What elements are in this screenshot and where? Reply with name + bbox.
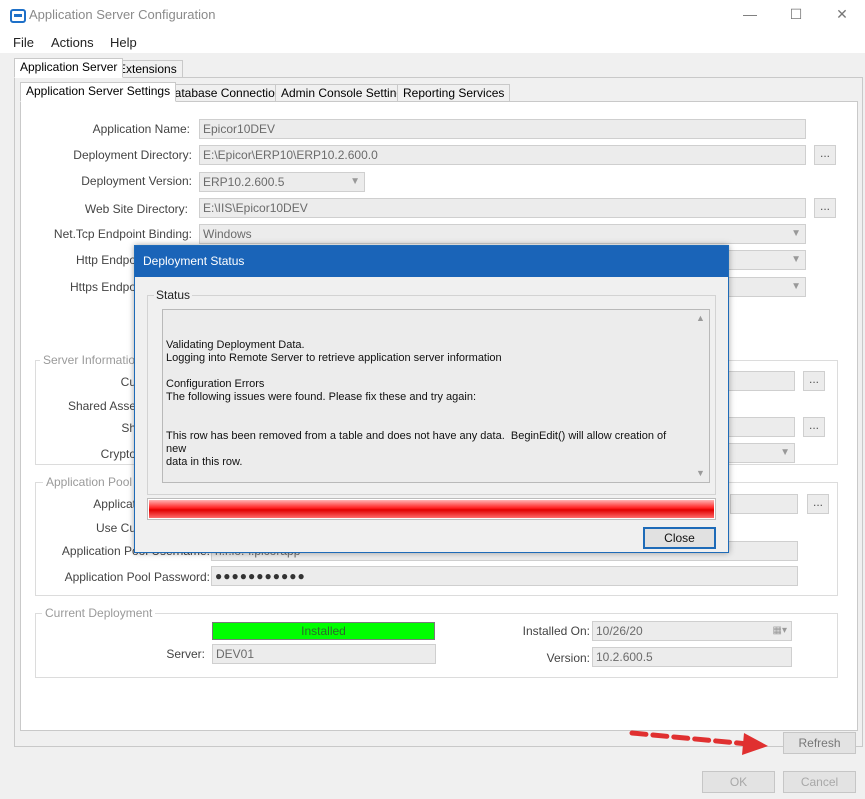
website-dir-browse-button[interactable]: ... bbox=[814, 198, 836, 218]
tab-admin-console[interactable]: Admin Console Settings bbox=[275, 84, 416, 102]
chevron-down-icon: ▼ bbox=[791, 254, 801, 265]
http-endpoint-label: Http Endpo bbox=[75, 253, 136, 267]
app-pool-browse-button[interactable]: ... bbox=[807, 494, 829, 514]
menu-help[interactable]: Help bbox=[110, 35, 137, 50]
server-info-title: Server Information bbox=[40, 353, 145, 367]
tab-database-connection[interactable]: Database Connection bbox=[160, 84, 288, 102]
use-custom-label: Use Cu bbox=[95, 521, 136, 535]
installed-on-datepicker[interactable]: 10/26/20 ▦▾ bbox=[592, 621, 792, 641]
status-group-title: Status bbox=[154, 288, 193, 302]
app-pool-name-label: Applicat bbox=[93, 497, 136, 511]
chevron-down-icon: ▼ bbox=[350, 176, 360, 187]
server-sh-field[interactable] bbox=[728, 417, 795, 437]
dialog-close-button[interactable]: Close bbox=[643, 527, 716, 549]
nettcp-binding-select[interactable]: Windows ▼ bbox=[199, 224, 806, 244]
current-deployment-title: Current Deployment bbox=[42, 606, 156, 620]
nettcp-binding-value: Windows bbox=[203, 227, 252, 241]
status-log-textarea[interactable]: Validating Deployment Data. Logging into… bbox=[162, 309, 710, 483]
server-cu-field[interactable] bbox=[728, 371, 795, 391]
installed-status-badge: Installed bbox=[212, 622, 435, 640]
minimize-button[interactable]: — bbox=[727, 0, 773, 31]
deploy-dir-field[interactable]: E:\Epicor\ERP10\ERP10.2.600.0 bbox=[199, 145, 806, 165]
ok-button[interactable]: OK bbox=[702, 771, 775, 793]
chevron-down-icon: ▼ bbox=[791, 228, 801, 239]
close-window-button[interactable]: ✕ bbox=[819, 0, 865, 31]
calendar-icon: ▦▾ bbox=[772, 625, 787, 636]
website-dir-field[interactable]: E:\IIS\Epicor10DEV bbox=[199, 198, 806, 218]
deploy-version-label: Deployment Version: bbox=[81, 174, 192, 188]
status-log-text: Validating Deployment Data. Logging into… bbox=[166, 339, 667, 468]
progress-fill bbox=[149, 500, 714, 518]
server-sh-label: Sh bbox=[121, 421, 136, 435]
chevron-up-icon[interactable]: ▲ bbox=[696, 312, 705, 325]
deploy-dir-label: Deployment Directory: bbox=[73, 148, 192, 162]
tab-app-server-settings[interactable]: Application Server Settings bbox=[20, 82, 177, 102]
server-cu-label: Cu bbox=[120, 375, 136, 389]
crypto-select[interactable]: ▼ bbox=[728, 443, 795, 463]
maximize-button[interactable]: ☐ bbox=[773, 0, 819, 31]
deployment-status-dialog: Deployment Status Status Validating Depl… bbox=[134, 245, 729, 553]
server-field[interactable]: DEV01 bbox=[212, 644, 436, 664]
website-dir-label: Web Site Directory: bbox=[84, 202, 188, 216]
app-pool-password-label: Application Pool Password: bbox=[64, 570, 210, 584]
menu-file[interactable]: File bbox=[13, 35, 34, 50]
deploy-dir-browse-button[interactable]: ... bbox=[814, 145, 836, 165]
app-name-label: Application Name: bbox=[92, 122, 190, 136]
dialog-title: Deployment Status bbox=[135, 246, 728, 277]
tab-reporting-services[interactable]: Reporting Services bbox=[397, 84, 511, 102]
app-pool-title: Application Pool bbox=[43, 475, 136, 489]
cancel-button[interactable]: Cancel bbox=[783, 771, 856, 793]
app-icon bbox=[10, 9, 26, 23]
chevron-down-icon: ▼ bbox=[780, 447, 790, 458]
version-label: Version: bbox=[546, 651, 590, 665]
app-pool-name-field[interactable] bbox=[730, 494, 798, 514]
version-field[interactable]: 10.2.600.5 bbox=[592, 647, 792, 667]
nettcp-binding-label: Net.Tcp Endpoint Binding: bbox=[53, 227, 192, 241]
installed-on-label: Installed On: bbox=[522, 624, 590, 638]
server-cu-browse-button[interactable]: ... bbox=[803, 371, 825, 391]
deploy-version-value: ERP10.2.600.5 bbox=[203, 175, 285, 189]
crypto-label: Crypto bbox=[100, 447, 136, 461]
installed-on-value: 10/26/20 bbox=[596, 624, 643, 638]
status-log-scrollbar[interactable]: ▲ ▼ bbox=[693, 310, 709, 482]
dashed-arrow-annotation bbox=[629, 730, 768, 755]
https-endpoint-label: Https Endpo bbox=[69, 280, 136, 294]
refresh-button[interactable]: Refresh bbox=[783, 732, 856, 754]
app-name-field[interactable]: Epicor10DEV bbox=[199, 119, 806, 139]
window-title: Application Server Configuration bbox=[29, 7, 216, 22]
chevron-down-icon: ▼ bbox=[791, 281, 801, 292]
menu-actions[interactable]: Actions bbox=[51, 35, 94, 50]
deploy-version-select[interactable]: ERP10.2.600.5 ▼ bbox=[199, 172, 365, 192]
app-pool-password-field[interactable]: ●●●●●●●●●●● bbox=[211, 566, 798, 586]
deployment-progress-bar bbox=[147, 498, 716, 520]
server-sh-browse-button[interactable]: ... bbox=[803, 417, 825, 437]
server-label: Server: bbox=[166, 647, 205, 661]
chevron-down-icon[interactable]: ▼ bbox=[696, 467, 705, 480]
shared-assembly-label: Shared Asse bbox=[67, 399, 136, 413]
tab-application-server[interactable]: Application Server bbox=[14, 58, 124, 78]
